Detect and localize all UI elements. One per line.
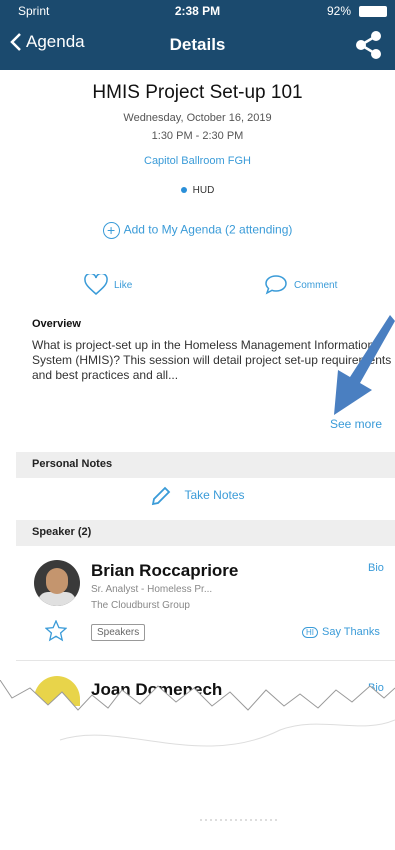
speaker-role: Sr. Analyst - Homeless Pr... <box>91 584 213 595</box>
bio-link[interactable]: Bio <box>368 562 384 574</box>
battery-percent: 92% <box>326 4 351 18</box>
track-label: HUD <box>192 185 215 196</box>
speaker-tag: Speakers <box>91 624 146 641</box>
speaker-heading: Speaker (2) <box>32 526 92 538</box>
star-icon <box>44 619 68 642</box>
personal-notes-heading: Personal Notes <box>32 458 113 470</box>
comment-button[interactable]: Comment <box>264 274 337 296</box>
say-thanks-label: Say Thanks <box>322 626 380 638</box>
add-to-agenda-label: Add to My Agenda (2 attending) <box>123 222 293 237</box>
track-dot-icon <box>180 187 187 194</box>
pencil-icon <box>152 486 171 506</box>
personal-notes-header: Personal Notes <box>16 452 395 478</box>
heart-icon <box>84 274 108 295</box>
session-room-link[interactable]: Capitol Ballroom FGH <box>0 155 395 167</box>
plus-circle-icon: + <box>102 222 120 239</box>
page-title: Details <box>169 35 226 54</box>
take-notes-button[interactable]: Take Notes <box>0 485 395 507</box>
share-icon <box>356 31 381 59</box>
status-bar: Sprint 2:38 PM 92% <box>0 0 395 22</box>
session-track: HUD <box>0 185 395 196</box>
like-label: Like <box>114 279 133 291</box>
overview-heading: Overview <box>32 318 81 330</box>
torn-paper-overlay <box>0 680 395 850</box>
hi-badge-icon: HI <box>302 627 318 638</box>
annotation-arrow-icon <box>334 315 395 415</box>
battery-icon <box>359 6 387 17</box>
speaker-org: The Cloudburst Group <box>91 600 190 611</box>
avatar <box>34 560 80 606</box>
action-row: Like Comment <box>0 264 395 308</box>
see-more-link[interactable]: See more <box>330 417 382 431</box>
say-thanks-button[interactable]: HI Say Thanks <box>302 626 380 638</box>
share-button[interactable] <box>355 30 383 65</box>
nav-bar: Agenda Details <box>0 22 395 70</box>
divider <box>16 660 395 661</box>
session-title: HMIS Project Set-up 101 <box>92 82 303 103</box>
take-notes-label: Take Notes <box>184 488 245 503</box>
session-time: 1:30 PM - 2:30 PM <box>151 130 244 142</box>
speaker-header: Speaker (2) <box>16 520 395 546</box>
speech-bubble-icon <box>265 275 287 295</box>
comment-label: Comment <box>294 279 338 291</box>
favorite-star-button[interactable] <box>44 619 68 647</box>
like-button[interactable]: Like <box>84 274 132 296</box>
speaker-name: Brian Roccapriore <box>91 561 239 580</box>
session-date: Wednesday, October 16, 2019 <box>123 112 272 124</box>
add-to-agenda-button[interactable]: + Add to My Agenda (2 attending) <box>0 222 395 239</box>
